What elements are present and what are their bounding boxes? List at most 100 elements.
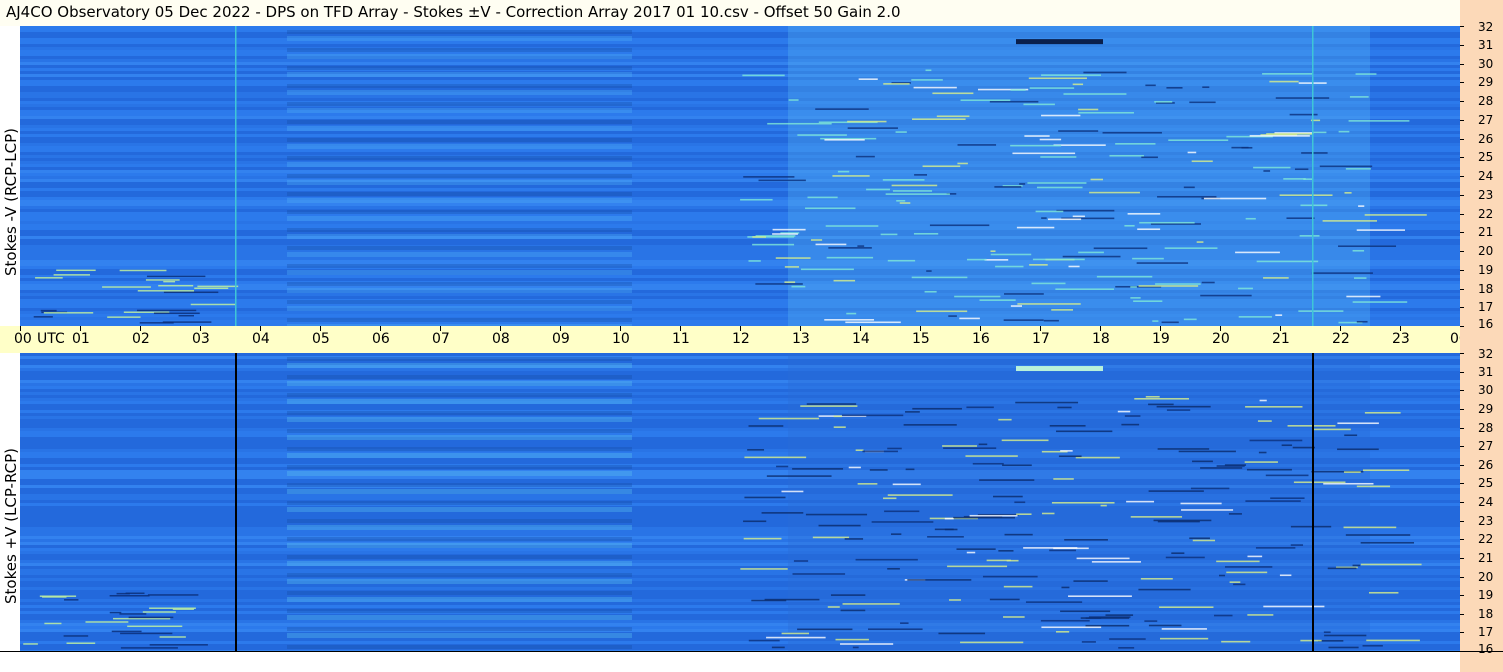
freq-tick-label: 19 xyxy=(1478,262,1494,277)
top-panel-ylabel: Stokes -V (RCP-LCP) xyxy=(2,128,20,276)
freq-tick xyxy=(1460,157,1464,159)
time-tick-label: 09 xyxy=(552,331,570,347)
freq-tick xyxy=(1460,520,1464,522)
freq-tick-label: 30 xyxy=(1478,56,1494,71)
freq-tick xyxy=(1460,26,1464,27)
freq-tick xyxy=(1460,44,1464,46)
freq-tick xyxy=(1460,307,1464,309)
time-tick-label: 16 xyxy=(972,331,990,347)
freq-tick xyxy=(1460,502,1464,503)
freq-tick-label: 18 xyxy=(1478,281,1494,296)
top-spectrogram-panel xyxy=(20,26,1460,326)
marker-line-1 xyxy=(235,26,237,326)
time-tick-label: 21 xyxy=(1272,331,1290,347)
freq-tick-label: 16 xyxy=(1478,317,1494,331)
time-tick-label: 14 xyxy=(852,331,870,347)
freq-tick-label: 25 xyxy=(1478,476,1494,491)
freq-tick-label: 21 xyxy=(1478,225,1494,240)
time-tick-label: 17 xyxy=(1032,331,1050,347)
freq-tick-label: 31 xyxy=(1478,37,1494,52)
freq-tick-label: 22 xyxy=(1478,532,1494,547)
freq-tick xyxy=(1460,232,1464,234)
chart-title: AJ4CO Observatory 05 Dec 2022 - DPS on T… xyxy=(6,3,901,21)
freq-tick-label: 30 xyxy=(1478,383,1494,398)
time-tick-label: 05 xyxy=(312,331,330,347)
freq-tick-label: 25 xyxy=(1478,150,1494,165)
freq-tick-label: 32 xyxy=(1478,347,1494,361)
freq-tick xyxy=(1460,390,1464,392)
freq-tick-label: 32 xyxy=(1478,20,1494,34)
freq-tick-label: 31 xyxy=(1478,364,1494,379)
time-tick-label: 20 xyxy=(1212,331,1230,347)
freq-tick-label: 20 xyxy=(1478,569,1494,584)
freq-tick-label: 23 xyxy=(1478,513,1494,528)
top-spectrogram xyxy=(20,26,1460,326)
time-axis: 00 01 02 03 04 05 06 07 08 09 10 11 12 13 14 15 16 17 18 19… xyxy=(0,326,1498,353)
freq-tick-label: 17 xyxy=(1478,300,1494,315)
bottom-panel-ylabel: Stokes +V (LCP-RCP) xyxy=(2,448,20,604)
time-tick-label: 02 xyxy=(132,331,150,347)
time-tick-label: 00 xyxy=(14,331,32,347)
freq-tick xyxy=(1460,176,1464,177)
freq-tick xyxy=(1460,353,1464,354)
time-tick-label: 19 xyxy=(1152,331,1170,347)
time-tick-label: 18 xyxy=(1092,331,1110,347)
freq-tick-label: 29 xyxy=(1478,401,1494,416)
freq-tick-label: 20 xyxy=(1478,244,1494,258)
freq-tick-label: 24 xyxy=(1478,169,1494,183)
freq-tick xyxy=(1460,632,1464,634)
time-tick-label: 06 xyxy=(372,331,390,347)
time-tick-label: 13 xyxy=(792,331,810,347)
freq-tick-label: 26 xyxy=(1478,457,1494,472)
freq-tick xyxy=(1460,213,1464,215)
freq-tick xyxy=(1460,119,1464,121)
freq-tick-label: 24 xyxy=(1478,495,1494,509)
time-tick-label: 22 xyxy=(1332,331,1350,347)
time-tick-label: 23 xyxy=(1392,331,1410,347)
freq-tick xyxy=(1460,138,1464,140)
bottom-border xyxy=(0,651,1503,652)
freq-tick-label: 26 xyxy=(1478,131,1494,146)
freq-tick-label: 27 xyxy=(1478,439,1494,454)
freq-tick-label: 17 xyxy=(1478,625,1494,640)
freq-tick-label: 27 xyxy=(1478,112,1494,127)
freq-tick-label: 29 xyxy=(1478,75,1494,90)
time-tick-label: 10 xyxy=(612,331,630,347)
marker-line-1 xyxy=(235,353,237,651)
freq-tick xyxy=(1460,194,1464,196)
freq-tick-label: 23 xyxy=(1478,187,1494,202)
bottom-spectrogram-panel xyxy=(20,353,1460,651)
freq-tick-label: 18 xyxy=(1478,606,1494,621)
freq-tick xyxy=(1460,82,1464,84)
freq-tick xyxy=(1460,576,1464,578)
freq-tick xyxy=(1460,595,1464,597)
freq-tick xyxy=(1460,101,1464,102)
utc-unit-label: UTC xyxy=(37,331,65,347)
time-tick-label: 01 xyxy=(72,331,90,347)
freq-tick-label: 28 xyxy=(1478,94,1494,108)
time-tick-label: 08 xyxy=(492,331,510,347)
bottom-spectrogram xyxy=(20,353,1460,651)
freq-tick xyxy=(1460,483,1464,485)
freq-tick xyxy=(1460,557,1464,559)
freq-tick-label: 19 xyxy=(1478,588,1494,603)
freq-tick-label: 28 xyxy=(1478,420,1494,435)
freq-tick-label: 21 xyxy=(1478,550,1494,565)
freq-tick-label: 16 xyxy=(1478,642,1494,656)
freq-tick xyxy=(1460,63,1464,65)
freq-tick xyxy=(1460,288,1464,290)
freq-tick xyxy=(1460,269,1464,271)
freq-tick xyxy=(1460,539,1464,541)
time-tick-label: 11 xyxy=(672,331,690,347)
freq-tick xyxy=(1460,613,1464,615)
frequency-axis: 16 17 18 19 20 21 22 23 24 25 26 27 28 29 30 31 32 16 17 18… xyxy=(1460,0,1503,672)
marker-line-2 xyxy=(1312,353,1314,651)
freq-tick xyxy=(1460,251,1464,252)
time-tick-label: 12 xyxy=(732,331,750,347)
time-tick-label: 04 xyxy=(252,331,270,347)
time-tick-label: 03 xyxy=(192,331,210,347)
marker-line-2 xyxy=(1312,26,1314,326)
freq-tick xyxy=(1460,408,1464,410)
time-tick-label: 07 xyxy=(432,331,450,347)
time-tick-label: 15 xyxy=(912,331,930,347)
